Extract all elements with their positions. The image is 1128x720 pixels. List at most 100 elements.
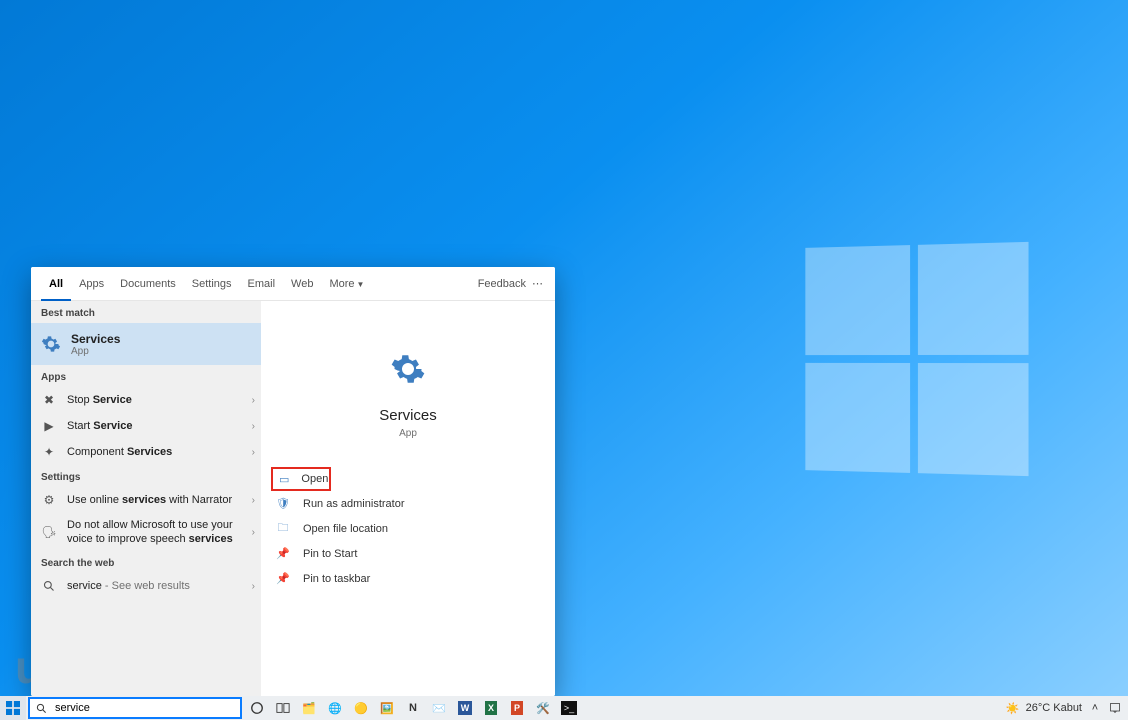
result-label: Component Services	[67, 446, 248, 458]
tab-web[interactable]: Web	[283, 267, 321, 301]
chevron-down-icon: ▼	[357, 280, 365, 289]
result-label: Use online services with Narrator	[67, 494, 248, 506]
tab-more[interactable]: More▼	[321, 267, 372, 301]
chevron-right-icon: ›	[252, 447, 255, 458]
open-icon: ▭	[279, 471, 289, 487]
chevron-right-icon: ›	[252, 495, 255, 506]
result-label: service - See web results	[67, 580, 248, 592]
task-view-button[interactable]	[270, 696, 296, 720]
search-icon	[36, 703, 47, 714]
wallpaper-windows-logo	[805, 242, 1028, 476]
tab-apps[interactable]: Apps	[71, 267, 112, 301]
section-header-best-match: Best match	[31, 301, 261, 323]
result-label: Do not allow Microsoft to use your voice…	[67, 518, 248, 546]
tab-more-label: More	[329, 278, 354, 290]
search-icon	[41, 578, 57, 594]
section-header-settings: Settings	[31, 465, 261, 487]
taskbar-app-edge[interactable]: 🌐	[322, 696, 348, 720]
start-search-panel: All Apps Documents Settings Email Web Mo…	[31, 267, 555, 696]
taskbar-app-terminal[interactable]: >_	[556, 696, 582, 720]
action-pin-to-taskbar[interactable]: 📌 Pin to taskbar	[261, 566, 555, 591]
action-open-file-location[interactable]: 🗀 Open file location	[261, 516, 555, 541]
taskbar-app-mail[interactable]: ✉️	[426, 696, 452, 720]
action-label: Pin to taskbar	[303, 573, 370, 585]
action-label: Open file location	[303, 523, 388, 535]
excel-icon: X	[485, 701, 497, 715]
taskbar-app-notion[interactable]: N	[400, 696, 426, 720]
search-results-list: Best match Services App Apps ✖ Stop Serv…	[31, 301, 261, 696]
section-header-web: Search the web	[31, 551, 261, 573]
taskbar: 🗂️ 🌐 🟡 🖼️ N ✉️ W X P 🛠️ >_ ☀️ 26°C Kabut…	[0, 696, 1128, 720]
pin-icon: 📌	[275, 546, 291, 562]
services-gear-icon	[41, 334, 61, 354]
system-tray: ☀️ 26°C Kabut ˄	[1006, 701, 1122, 715]
start-button[interactable]	[0, 696, 26, 720]
taskbar-app-excel[interactable]: X	[478, 696, 504, 720]
detail-actions: ▭ Open 🛡 Run as administrator 🗀 Open fil…	[261, 467, 555, 591]
action-open[interactable]: ▭ Open	[271, 467, 331, 491]
best-match-title: Services	[71, 332, 120, 346]
tray-overflow-icon[interactable]: ˄	[1088, 701, 1102, 715]
chrome-icon: 🟡	[354, 702, 368, 715]
stop-icon: ✖	[41, 392, 57, 408]
shield-icon: 🛡	[275, 496, 291, 512]
result-speech-services[interactable]: 🗣 Do not allow Microsoft to use your voi…	[31, 513, 261, 551]
section-header-apps: Apps	[31, 365, 261, 387]
taskbar-app-powerpoint[interactable]: P	[504, 696, 530, 720]
tool-icon: 🛠️	[536, 702, 550, 715]
tab-settings[interactable]: Settings	[184, 267, 240, 301]
edge-icon: 🌐	[328, 702, 342, 715]
result-label: Start Service	[67, 420, 248, 432]
result-stop-service[interactable]: ✖ Stop Service ›	[31, 387, 261, 413]
tab-all[interactable]: All	[41, 267, 71, 301]
action-label: Pin to Start	[303, 548, 357, 560]
chevron-right-icon: ›	[252, 527, 255, 538]
best-match-result[interactable]: Services App	[31, 323, 261, 365]
result-narrator-services[interactable]: ⚙ Use online services with Narrator ›	[31, 487, 261, 513]
component-icon: ✦	[41, 444, 57, 460]
cortana-button[interactable]	[244, 696, 270, 720]
feedback-link[interactable]: Feedback	[478, 278, 526, 290]
chevron-right-icon: ›	[252, 581, 255, 592]
pin-icon: 📌	[275, 571, 291, 587]
notion-icon: N	[409, 702, 417, 714]
powerpoint-icon: P	[511, 701, 523, 715]
action-pin-to-start[interactable]: 📌 Pin to Start	[261, 541, 555, 566]
detail-subtitle: App	[399, 428, 417, 439]
taskbar-app-chrome[interactable]: 🟡	[348, 696, 374, 720]
tab-email[interactable]: Email	[240, 267, 284, 301]
action-center-icon[interactable]	[1108, 701, 1122, 715]
detail-title: Services	[379, 407, 437, 424]
settings-icon: ⚙	[41, 492, 57, 508]
result-detail-pane: Services App ▭ Open 🛡 Run as administrat…	[261, 301, 555, 696]
taskbar-search-input[interactable]	[53, 701, 234, 715]
action-label: Open	[301, 473, 328, 485]
folder-icon: 🗀	[275, 521, 291, 537]
weather-icon[interactable]: ☀️	[1006, 701, 1020, 715]
word-icon: W	[458, 701, 473, 715]
speech-icon: 🗣	[41, 524, 57, 540]
result-web-search[interactable]: service - See web results ›	[31, 573, 261, 599]
taskbar-app-winscp[interactable]: 🛠️	[530, 696, 556, 720]
result-label: Stop Service	[67, 394, 248, 406]
search-scope-tabs: All Apps Documents Settings Email Web Mo…	[31, 267, 555, 301]
chevron-right-icon: ›	[252, 395, 255, 406]
taskbar-app-explorer[interactable]: 🗂️	[296, 696, 322, 720]
result-component-services[interactable]: ✦ Component Services ›	[31, 439, 261, 465]
taskbar-search-box[interactable]	[28, 697, 242, 719]
more-options-button[interactable]: ⋯	[532, 277, 545, 290]
mail-icon: ✉️	[432, 702, 446, 715]
services-large-gear-icon	[390, 351, 426, 387]
photos-icon: 🖼️	[380, 702, 394, 715]
taskbar-app-photos[interactable]: 🖼️	[374, 696, 400, 720]
tab-documents[interactable]: Documents	[112, 267, 184, 301]
weather-text[interactable]: 26°C Kabut	[1026, 702, 1082, 714]
windows-logo-icon	[6, 701, 20, 715]
taskbar-app-word[interactable]: W	[452, 696, 478, 720]
action-label: Run as administrator	[303, 498, 405, 510]
action-run-as-admin[interactable]: 🛡 Run as administrator	[261, 491, 555, 516]
play-icon: ▶	[41, 418, 57, 434]
chevron-right-icon: ›	[252, 421, 255, 432]
result-start-service[interactable]: ▶ Start Service ›	[31, 413, 261, 439]
terminal-icon: >_	[561, 701, 577, 715]
